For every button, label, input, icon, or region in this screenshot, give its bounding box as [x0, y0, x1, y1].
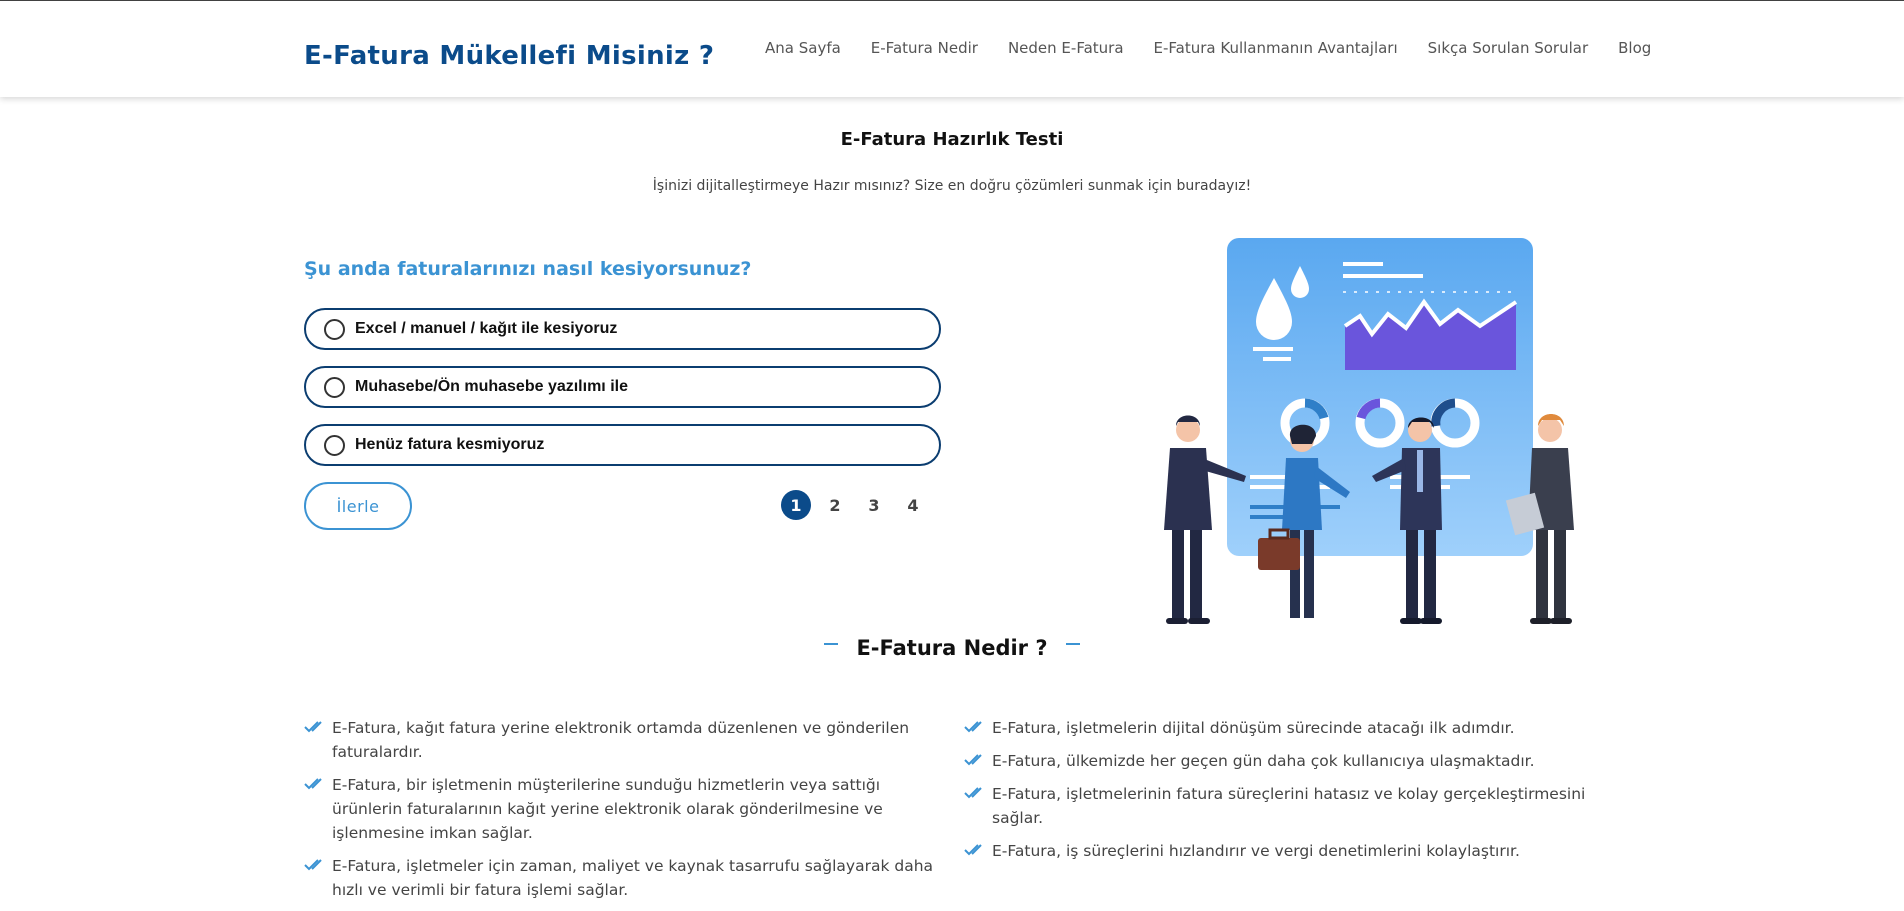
list-item-text: E-Fatura, bir işletmenin müşterilerine s… [332, 776, 883, 842]
nav-item-sss[interactable]: Sıkça Sorulan Sorular [1428, 39, 1589, 57]
heading-dash-right [1065, 643, 1080, 645]
list-item-text: E-Fatura, işletmeler için zaman, maliyet… [332, 857, 934, 899]
quiz-pagination: 1 2 3 4 [781, 490, 937, 520]
site-logo-title[interactable]: E-Fatura Mükellefi Misiniz ? [304, 41, 714, 71]
option-label: Excel / manuel / kağıt ile kesiyoruz [355, 320, 618, 337]
features-list-left: E-Fatura, kağıt fatura yerine elektronik… [304, 716, 934, 911]
nav-item-ana-sayfa[interactable]: Ana Sayfa [765, 39, 841, 57]
nav-item-blog[interactable]: Blog [1618, 39, 1651, 57]
list-item-text: E-Fatura, ülkemizde her geçen gün daha ç… [992, 752, 1535, 770]
quiz-options: Excel / manuel / kağıt ile kesiyoruz Muh… [304, 308, 941, 482]
double-check-icon [304, 859, 322, 871]
nav-item-e-fatura-nedir[interactable]: E-Fatura Nedir [871, 39, 978, 57]
list-item-text: E-Fatura, işletmelerinin fatura süreçler… [992, 785, 1586, 827]
double-check-icon [964, 844, 982, 856]
option-label: Muhasebe/Ön muhasebe yazılımı ile [355, 378, 628, 395]
test-title: E-Fatura Hazırlık Testi [840, 129, 1064, 150]
nav-item-avantajlar[interactable]: E-Fatura Kullanmanın Avantajları [1154, 39, 1398, 57]
page-3-button[interactable]: 3 [859, 490, 889, 520]
radio-button[interactable] [324, 434, 345, 456]
quiz-option-henuz[interactable]: Henüz fatura kesmiyoruz [304, 424, 941, 466]
list-item-text: E-Fatura, kağıt fatura yerine elektronik… [332, 719, 910, 761]
page-4-button[interactable]: 4 [898, 490, 928, 520]
quiz-option-muhasebe[interactable]: Muhasebe/Ön muhasebe yazılımı ile [304, 366, 941, 408]
list-item-text: E-Fatura, iş süreçlerini hızlandırır ve … [992, 842, 1520, 860]
features-list-right: E-Fatura, işletmelerin dijital dönüşüm s… [964, 716, 1594, 872]
next-button[interactable]: İlerle [304, 482, 412, 530]
section-title: E-Fatura Nedir ? [856, 636, 1048, 660]
radio-button[interactable] [324, 318, 345, 340]
list-item: E-Fatura, işletmelerinin fatura süreçler… [964, 782, 1594, 830]
list-item: E-Fatura, iş süreçlerini hızlandırır ve … [964, 839, 1594, 863]
list-item: E-Fatura, işletmelerin dijital dönüşüm s… [964, 716, 1594, 740]
quiz-question: Şu anda faturalarınızı nasıl kesiyorsunu… [304, 258, 752, 280]
list-item: E-Fatura, kağıt fatura yerine elektronik… [304, 716, 934, 764]
list-item-text: E-Fatura, işletmelerin dijital dönüşüm s… [992, 719, 1515, 737]
nav-item-neden-e-fatura[interactable]: Neden E-Fatura [1008, 39, 1124, 57]
list-item: E-Fatura, ülkemizde her geçen gün daha ç… [964, 749, 1594, 773]
radio-button[interactable] [324, 376, 345, 398]
double-check-icon [964, 787, 982, 799]
site-header: E-Fatura Mükellefi Misiniz ? Ana Sayfa E… [0, 1, 1904, 97]
page-1-button[interactable]: 1 [781, 490, 811, 520]
double-check-icon [964, 721, 982, 733]
heading-dash-left [824, 643, 839, 645]
double-check-icon [964, 754, 982, 766]
list-item: E-Fatura, işletmeler için zaman, maliyet… [304, 854, 934, 902]
business-team-illustration [1164, 238, 1574, 624]
page-2-button[interactable]: 2 [820, 490, 850, 520]
section-heading: E-Fatura Nedir ? [0, 636, 1904, 660]
option-label: Henüz fatura kesmiyoruz [355, 436, 545, 453]
test-subtitle: İşinizi dijitalleştirmeye Hazır mısınız?… [652, 178, 1252, 194]
quiz-option-excel[interactable]: Excel / manuel / kağıt ile kesiyoruz [304, 308, 941, 350]
main-nav: Ana Sayfa E-Fatura Nedir Neden E-Fatura … [765, 39, 1651, 57]
double-check-icon [304, 778, 322, 790]
list-item: E-Fatura, bir işletmenin müşterilerine s… [304, 773, 934, 845]
double-check-icon [304, 721, 322, 733]
